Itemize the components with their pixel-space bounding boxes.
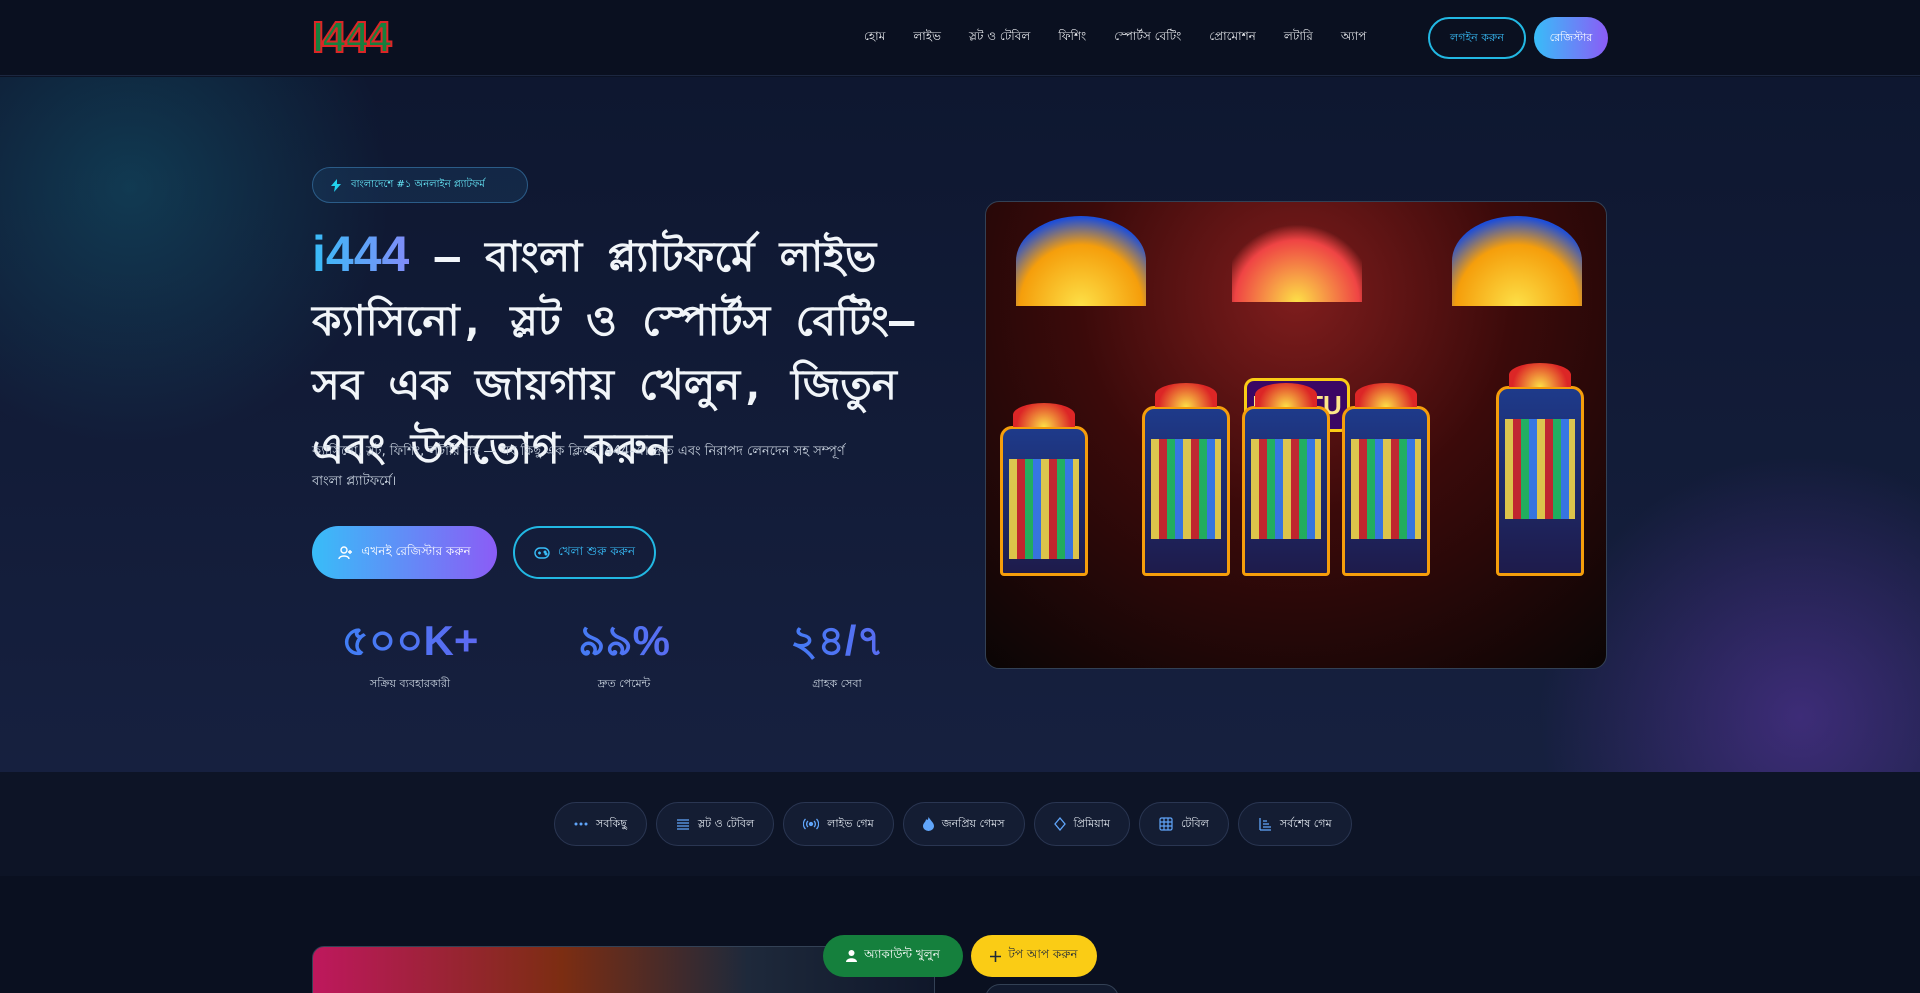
sort-icon: [1259, 818, 1271, 831]
register-now-button[interactable]: এখনই রেজিস্টার করুন: [312, 526, 497, 579]
main-nav: হোম লাইভ স্লট ও টেবিল ফিশিং স্পোর্টস বেট…: [864, 28, 1366, 48]
hero-lead-text: ক্যাসিনো, স্লট, ফিশিং, লটারি সহ — সব কিছ…: [312, 444, 845, 489]
stat-customer-service: ২৪/৭ গ্রাহক সেবা: [747, 617, 927, 694]
stat-label: সক্রিয় ব্যবহারকারী: [369, 677, 451, 690]
headline-brand: i444: [312, 226, 410, 282]
lightning-icon: [331, 178, 341, 192]
top-navigation-bar: I444 হোম লাইভ স্লট ও টেবিল ফিশিং স্পোর্ট…: [0, 0, 1920, 76]
nav-item-sports-betting[interactable]: স্পোর্টস বেটিং: [1114, 28, 1181, 48]
category-tabs: সবকিছু স্লট ও টেবিল লাইভ গেম জনপ্রিয় গে…: [554, 802, 1352, 846]
site-logo[interactable]: I444: [311, 13, 393, 63]
nav-item-lottery[interactable]: লটারি: [1284, 28, 1313, 48]
stat-active-users: ৫০০K+ সক্রিয় ব্যবহারকারী: [320, 617, 500, 694]
register-button[interactable]: রেজিস্টার: [1534, 17, 1608, 59]
dots-icon: [574, 822, 588, 826]
layers-icon: [676, 819, 689, 830]
gamepad-icon: [534, 546, 550, 559]
stat-label: গ্রাহক সেবা: [812, 677, 862, 690]
start-playing-button[interactable]: খেলা শুরু করুন: [513, 526, 656, 579]
flame-icon: [922, 817, 934, 831]
stat-value: ৯৯%: [534, 617, 714, 665]
nav-item-promotions[interactable]: প্রোমোশন: [1209, 28, 1256, 48]
category-live-games[interactable]: লাইভ গেম: [783, 802, 894, 846]
category-label: সর্বশেষ গেম: [1279, 816, 1332, 830]
category-label: টেবিল: [1180, 816, 1209, 830]
nav-item-fishing[interactable]: ফিশিং: [1058, 28, 1086, 48]
grid-icon: [1159, 817, 1173, 831]
stat-label: দ্রুত পেমেন্ট: [597, 677, 651, 690]
nav-item-app[interactable]: অ্যাপ: [1341, 28, 1367, 48]
category-label: সবকিছু: [596, 816, 627, 830]
category-popular-games[interactable]: জনপ্রিয় গেমস: [902, 802, 1025, 846]
category-label: প্রিমিয়াম: [1073, 816, 1110, 830]
top-up-label: টপ আপ করুন: [1008, 947, 1078, 961]
content-section: [0, 876, 1920, 993]
open-account-button[interactable]: অ্যাকাউন্ট খুলুন: [823, 935, 963, 977]
category-bar: সবকিছু স্লট ও টেবিল লাইভ গেম জনপ্রিয় গে…: [0, 772, 1920, 876]
user-icon: [846, 950, 858, 962]
stat-fast-payment: ৯৯% দ্রুত পেমেন্ট: [534, 617, 714, 694]
hero-section: বাংলাদেশে #১ অনলাইন প্ল্যাটফর্ম i444 — ব…: [0, 77, 1920, 772]
category-label: লাইভ গেম: [827, 816, 874, 830]
category-table[interactable]: টেবিল: [1138, 802, 1229, 846]
category-slots-tables[interactable]: স্লট ও টেবিল: [655, 802, 775, 846]
register-now-label: এখনই রেজিস্টার করুন: [361, 543, 471, 558]
stat-value: ৫০০K+: [320, 617, 500, 665]
category-latest-games[interactable]: সর্বশেষ গেম: [1237, 802, 1352, 846]
login-button[interactable]: লগইন করুন: [1428, 17, 1526, 59]
open-account-label: অ্যাকাউন্ট খুলুন: [864, 947, 940, 961]
start-playing-label: খেলা শুরু করুন: [557, 543, 636, 558]
hero-casino-image: LAOTU: [985, 201, 1607, 669]
floating-panel-edge: [985, 984, 1119, 993]
category-label: স্লট ও টেবিল: [697, 816, 755, 830]
nav-item-slots-tables[interactable]: স্লট ও টেবিল: [969, 28, 1030, 48]
stat-value: ২৪/৭: [747, 617, 927, 665]
diamond-icon: [1053, 817, 1066, 831]
nav-item-home[interactable]: হোম: [864, 28, 885, 48]
category-label: জনপ্রিয় গেমস: [941, 816, 1005, 830]
broadcast-icon: [803, 818, 820, 830]
hero-badge-text: বাংলাদেশে #১ অনলাইন প্ল্যাটফর্ম: [351, 178, 485, 190]
hero-badge: বাংলাদেশে #১ অনলাইন প্ল্যাটফর্ম: [312, 167, 528, 203]
category-all[interactable]: সবকিছু: [554, 802, 647, 846]
top-up-button[interactable]: টপ আপ করুন: [971, 935, 1097, 977]
user-plus-icon: [338, 545, 353, 559]
nav-item-live[interactable]: লাইভ: [913, 28, 941, 48]
category-premium[interactable]: প্রিমিয়াম: [1033, 802, 1130, 846]
plus-icon: [990, 950, 1002, 962]
